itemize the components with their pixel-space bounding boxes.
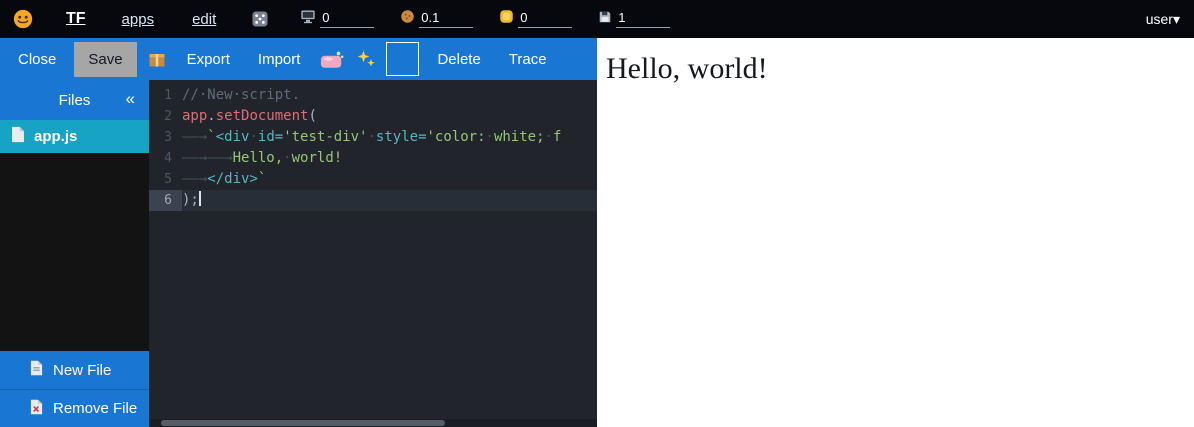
coin-stat-value[interactable]: 0: [518, 10, 572, 28]
code-token: world!: [292, 150, 343, 166]
code-line-4: 4 ——→——→Hello,·world!: [149, 148, 597, 169]
stat-cookie: 0.1: [400, 9, 473, 29]
code-token: Hello,: [233, 150, 284, 166]
line-number: 1: [149, 85, 182, 106]
collapse-sidebar-icon[interactable]: «: [126, 89, 135, 109]
file-name: app.js: [34, 128, 77, 145]
stats-group: 0 0.1 0 1: [300, 9, 670, 29]
code-token: <div: [216, 129, 250, 145]
export-button[interactable]: Export: [177, 43, 240, 76]
line-number: 2: [149, 106, 182, 127]
tab-marker: ——→: [182, 150, 207, 166]
dice-icon[interactable]: [250, 9, 270, 29]
text-cursor: [199, 191, 201, 206]
preview-hello-text: Hello, world!: [606, 52, 1194, 86]
line-number: 6: [149, 190, 182, 211]
code-token: id=: [258, 129, 283, 145]
editor-toolbar: Close Save Export Import Delete Trace: [0, 38, 597, 80]
preview-pane: Hello, world!: [597, 38, 1194, 427]
new-file-icon: [30, 360, 43, 380]
cookie-icon: [400, 9, 415, 29]
close-button[interactable]: Close: [8, 43, 66, 76]
code-token: .: [207, 108, 215, 124]
new-file-button[interactable]: New File: [0, 351, 149, 389]
remove-file-icon: [30, 399, 43, 419]
delete-button[interactable]: Delete: [427, 43, 490, 76]
code-token: `: [207, 129, 215, 145]
coin-icon: [499, 9, 514, 29]
line-number: 4: [149, 148, 182, 169]
horizontal-scrollbar[interactable]: [149, 419, 597, 427]
files-header: Files «: [0, 80, 149, 120]
sparkles-icon[interactable]: [354, 45, 378, 73]
file-sidebar: Files « app.js New File Remove File: [0, 80, 149, 427]
smiley-logo-icon[interactable]: [12, 8, 34, 30]
space-marker: ·: [249, 129, 257, 145]
disk-stat-value[interactable]: 1: [616, 10, 670, 28]
code-token: );: [182, 192, 199, 208]
code-line-1: 1 //·New·script.: [149, 85, 597, 106]
code-token: 'test-div': [283, 129, 367, 145]
code-line-3: 3 ——→`<div·id='test-div'·style='color:·w…: [149, 127, 597, 148]
topbar-link-edit[interactable]: edit: [192, 11, 216, 28]
line-number: 3: [149, 127, 182, 148]
stat-monitor: 0: [300, 9, 374, 29]
code-editor[interactable]: 1 //·New·script. 2 app.setDocument( 3 ——…: [149, 80, 597, 427]
tab-marker: ——→: [182, 171, 207, 187]
code-token: app: [182, 108, 207, 124]
scrollbar-thumb[interactable]: [161, 420, 445, 426]
top-bar: TF apps edit 0 0.1 0 1: [0, 0, 1194, 38]
code-token: white;: [494, 129, 545, 145]
document-icon: [11, 126, 25, 147]
monitor-icon: [300, 9, 316, 29]
space-marker: ·: [545, 129, 553, 145]
code-token: `: [258, 171, 266, 187]
space-marker: ·: [367, 129, 375, 145]
space-marker: ·: [486, 129, 494, 145]
code-token: (: [308, 108, 316, 124]
file-list-empty-area: [0, 153, 149, 351]
remove-file-button[interactable]: Remove File: [0, 389, 149, 427]
tab-marker: ——→: [207, 150, 232, 166]
topbar-link-apps[interactable]: apps: [122, 11, 155, 28]
package-icon[interactable]: [145, 45, 169, 73]
code-token: //·New·script.: [182, 87, 300, 103]
code-token: setDocument: [216, 108, 309, 124]
monitor-stat-value[interactable]: 0: [320, 10, 374, 28]
code-line-6-active: 6 );: [149, 190, 597, 211]
line-number: 5: [149, 169, 182, 190]
new-file-label: New File: [53, 362, 111, 379]
code-token: 'color:: [427, 129, 486, 145]
save-button[interactable]: Save: [74, 42, 136, 77]
cookie-stat-value[interactable]: 0.1: [419, 10, 473, 28]
stat-disk: 1: [598, 9, 670, 29]
soap-icon[interactable]: [318, 46, 346, 73]
trace-button[interactable]: Trace: [499, 43, 557, 76]
blank-button[interactable]: [386, 42, 419, 76]
file-item-appjs[interactable]: app.js: [0, 120, 149, 153]
code-token: style=: [376, 129, 427, 145]
floppy-disk-icon: [598, 10, 612, 29]
import-button[interactable]: Import: [248, 43, 311, 76]
user-menu[interactable]: user▾: [1146, 11, 1180, 28]
space-marker: ·: [283, 150, 291, 166]
stat-coin: 0: [499, 9, 572, 29]
topbar-link-tf[interactable]: TF: [66, 10, 86, 28]
tab-marker: ——→: [182, 129, 207, 145]
remove-file-label: Remove File: [53, 400, 137, 417]
code-line-2: 2 app.setDocument(: [149, 106, 597, 127]
code-token: </div>: [207, 171, 258, 187]
code-token: f: [553, 129, 561, 145]
code-lines: 1 //·New·script. 2 app.setDocument( 3 ——…: [149, 80, 597, 211]
code-line-5: 5 ——→</div>`: [149, 169, 597, 190]
